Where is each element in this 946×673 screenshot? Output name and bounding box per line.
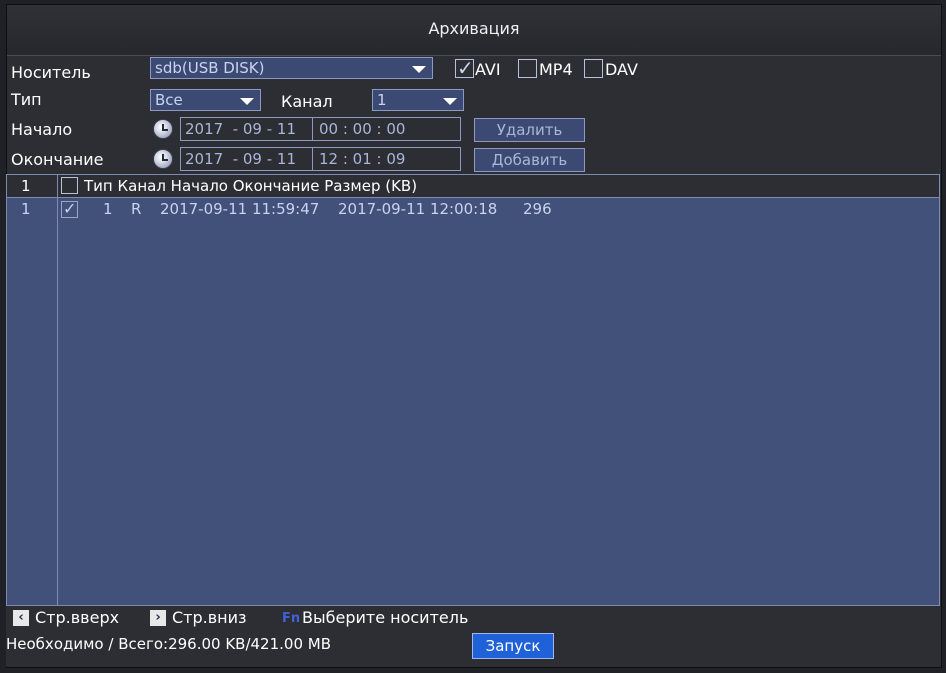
storage-summary: Необходимо / Всего:296.00 KB/421.00 MB [6,635,331,653]
chevron-down-icon [443,98,457,105]
footer-bar: ‹ Стр.вверх › Стр.вниз Fn Выберите носит… [6,606,940,666]
end-time[interactable]: 12 : 01 : 09 [319,148,405,170]
chevron-right-icon[interactable]: › [150,610,166,626]
page-up-label[interactable]: Стр.вверх [35,608,119,628]
format-avi-label: AVI [475,60,501,79]
device-select[interactable]: sdb(USB DISK) [150,57,433,79]
add-button[interactable]: Добавить [474,148,585,172]
column-divider [57,175,58,605]
table-header: 1 Тип Канал Начало Окончание Размер (KB) [7,175,939,198]
end-label: Окончание [11,150,104,169]
window-title: Архивация [7,5,941,56]
start-button[interactable]: Запуск [472,633,554,659]
format-dav-checkbox[interactable] [584,59,603,78]
header-index: 1 [21,177,31,195]
channel-label: Канал [281,92,333,111]
select-device-hint: Выберите носитель [302,608,469,627]
device-label: Носитель [11,63,91,82]
format-mp4-label: MP4 [539,60,573,79]
row-end: 2017-09-11 12:00:18 [338,200,498,218]
row-checkbox[interactable]: ✓ [61,199,78,218]
start-label: Начало [11,120,73,139]
select-all-checkbox[interactable] [61,177,78,194]
type-select-value: Все [155,91,183,109]
page-down-label[interactable]: Стр.вниз [172,608,247,628]
start-date[interactable]: 2017 - 09 - 11 [185,118,296,140]
row-type: R [131,200,142,218]
row-start: 2017-09-11 11:59:47 [160,200,320,218]
row-channel: 1 [103,200,113,218]
format-mp4-checkbox[interactable] [518,59,537,78]
type-select[interactable]: Все [150,89,261,111]
format-avi-checkbox[interactable]: ✓ [455,56,474,80]
start-datetime-field[interactable]: 2017 - 09 - 11 00 : 00 : 00 [180,117,461,141]
divider [312,118,313,140]
end-datetime-field[interactable]: 2017 - 09 - 11 12 : 01 : 09 [180,147,461,171]
device-select-value: sdb(USB DISK) [155,59,265,77]
format-dav-label: DAV [605,60,638,79]
fn-key-icon: Fn [282,611,301,626]
type-label: Тип [11,90,42,109]
chevron-down-icon [412,66,426,73]
start-time[interactable]: 00 : 00 : 00 [319,118,405,140]
header-columns: Тип Канал Начало Окончание Размер (KB) [84,177,418,195]
clock-icon[interactable] [153,149,173,169]
channel-select[interactable]: 1 [372,89,464,111]
end-date[interactable]: 2017 - 09 - 11 [185,148,296,170]
clock-icon[interactable] [153,119,173,139]
row-index: 1 [21,200,31,218]
delete-button[interactable]: Удалить [474,118,585,142]
checkmark-icon: ✓ [457,56,474,80]
divider [312,148,313,170]
checkmark-icon: ✓ [63,199,77,218]
row-size: 296 [523,200,552,218]
channel-select-value: 1 [377,91,387,109]
chevron-down-icon [240,98,254,105]
chevron-left-icon[interactable]: ‹ [13,610,29,626]
file-list-table: 1 Тип Канал Начало Окончание Размер (KB)… [6,174,940,606]
